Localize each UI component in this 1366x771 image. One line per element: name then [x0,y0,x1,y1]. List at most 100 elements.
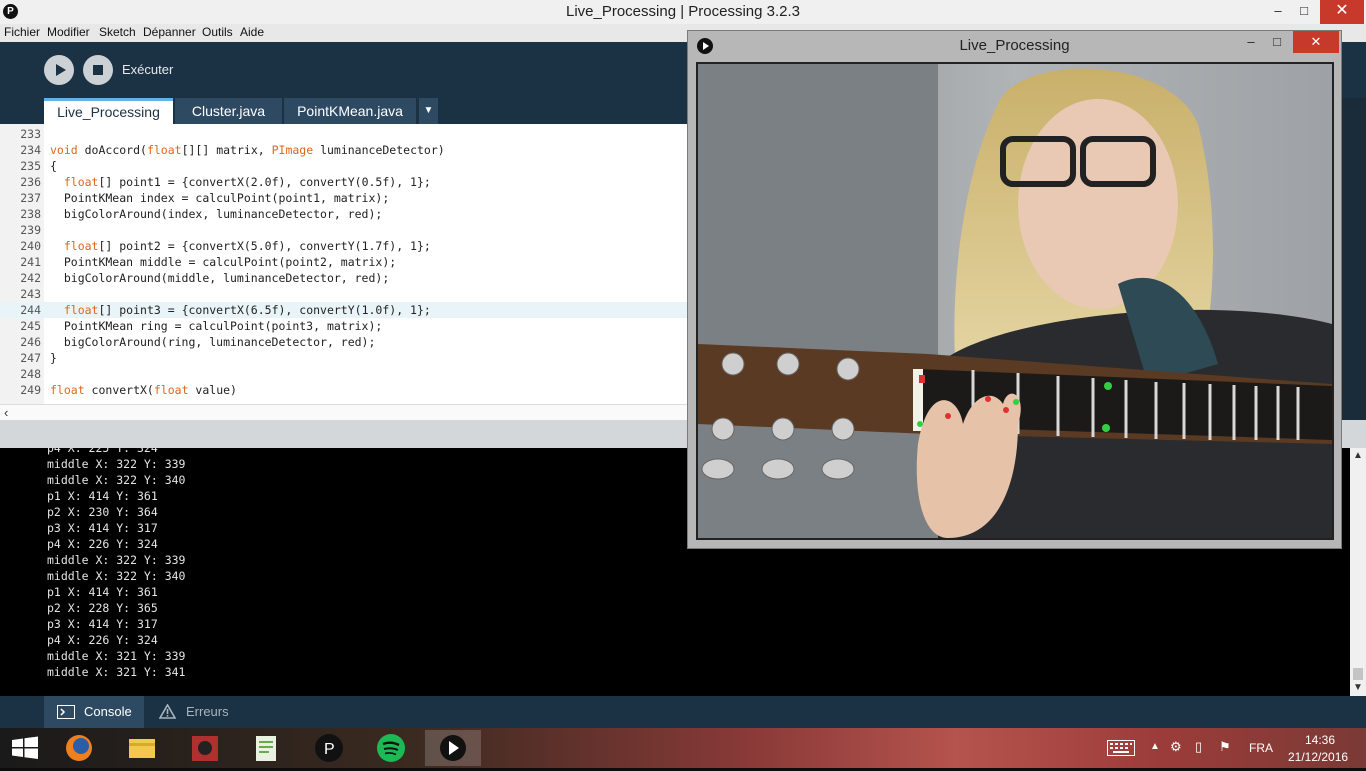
line-number: 239 [20,223,41,237]
line-number: 236 [20,175,41,189]
taskbar-processing[interactable]: P [301,730,357,766]
processing-ide: P Live_Processing | Processing 3.2.3 – □… [0,0,1366,768]
taskbar-sketch-run[interactable] [425,730,481,766]
close-button[interactable]: ✕ [1320,0,1364,24]
taskbar-firefox[interactable] [51,730,107,766]
menu-depanner[interactable]: Dépanner [143,25,196,39]
menu-sketch[interactable]: Sketch [99,25,136,39]
battery-icon[interactable]: ▯ [1195,739,1202,755]
sketch-title-bar: Live_Processing – □ ✕ [688,31,1341,61]
code-text: } [50,351,57,365]
code-line[interactable]: 243 [0,286,688,302]
tab-cluster-java[interactable]: Cluster.java [175,98,282,124]
console-line: middle X: 321 Y: 341 [47,665,186,679]
taskbar-game[interactable] [177,730,233,766]
code-line[interactable]: 242 bigColorAround(middle, luminanceDete… [0,270,688,286]
taskbar-spotify[interactable] [363,730,419,766]
webcam-feed [696,62,1334,540]
stop-button[interactable] [83,55,113,85]
code-text: bigColorAround(ring, luminanceDetector, … [50,335,376,349]
code-text: float[] point1 = {convertX(2.0f), conver… [63,175,431,189]
horizontal-scrollbar[interactable]: ‹ [0,404,688,420]
tab-menu-button[interactable]: ▼ [419,98,438,124]
scroll-down-icon[interactable]: ▼ [1350,682,1366,693]
start-button[interactable] [0,730,50,766]
menu-fichier[interactable]: Fichier [4,25,40,39]
menu-outils[interactable]: Outils [202,25,233,39]
clock-date[interactable]: 21/12/2016 [1288,750,1348,764]
code-line[interactable]: 234 void doAccord(float[][] matrix, PImag… [0,142,688,158]
console-tab[interactable]: Console [44,696,144,728]
line-number: 242 [20,271,41,285]
line-number: 240 [20,239,41,253]
scroll-thumb[interactable] [1353,668,1363,680]
errors-tab[interactable]: Erreurs [148,696,248,728]
code-line[interactable]: 235 { [0,158,688,174]
console-line: p4 X: 226 Y: 324 [47,633,158,647]
taskbar-file-explorer[interactable] [114,730,170,766]
tab-pointkmean-java[interactable]: PointKMean.java [284,98,416,124]
game-icon [192,736,218,761]
scroll-up-icon[interactable]: ▲ [1350,450,1366,461]
code-line[interactable]: 248 [0,366,688,382]
code-text: float convertX(float value) [50,383,237,397]
line-number: 247 [20,351,41,365]
console-line: p3 X: 414 Y: 317 [47,617,158,631]
line-number: 249 [20,383,41,397]
code-line[interactable]: 233 [0,126,688,142]
console-line: p4 X: 226 Y: 324 [47,537,158,551]
sketch-run-icon [440,735,466,761]
title-bar: P Live_Processing | Processing 3.2.3 – □… [0,0,1366,24]
terminal-icon [57,705,75,719]
code-text: float[] point3 = {convertX(6.5f), conver… [63,303,431,317]
warning-icon [159,704,176,719]
console-line: p1 X: 414 Y: 361 [47,489,158,503]
code-line[interactable]: 244 float[] point3 = {convertX(6.5f), co… [0,302,688,318]
code-text: bigColorAround(middle, luminanceDetector… [50,271,390,285]
code-line[interactable]: 240 float[] point2 = {convertX(5.0f), co… [0,238,688,254]
code-editor[interactable]: 233 234 void doAccord(float[][] matrix, PI… [0,124,688,404]
code-line[interactable]: 246 bigColorAround(ring, luminanceDetect… [0,334,688,350]
line-number: 241 [20,255,41,269]
menu-aide[interactable]: Aide [240,25,264,39]
code-line[interactable]: 241 PointKMean middle = calculPoint(poin… [0,254,688,270]
scroll-left-icon[interactable]: ‹ [4,405,8,420]
tray-expand-icon[interactable]: ▲ [1150,741,1160,752]
errors-tab-label: Erreurs [186,704,229,719]
code-text: float[] point2 = {convertX(5.0f), conver… [63,239,431,253]
code-line[interactable]: 245 PointKMean ring = calculPoint(point3… [0,318,688,334]
console-line: middle X: 321 Y: 339 [47,649,186,663]
console-line: middle X: 322 Y: 340 [47,473,186,487]
processing-icon: P [315,734,343,762]
language-indicator[interactable]: FRA [1249,741,1273,755]
tab-live-processing[interactable]: Live_Processing [44,98,173,124]
console-line: p4 X: 225 Y: 324 [47,448,158,455]
network-icon[interactable]: ⚙ [1170,739,1182,755]
code-line[interactable]: 239 [0,222,688,238]
menu-modifier[interactable]: Modifier [47,25,90,39]
line-number: 244 [20,303,41,317]
line-number: 234 [20,143,41,157]
line-number: 237 [20,191,41,205]
taskbar-notepad-plus[interactable] [239,730,295,766]
line-number: 243 [20,287,41,301]
code-line[interactable]: 247} [0,350,688,366]
sketch-maximize-button[interactable]: □ [1262,31,1292,53]
run-button[interactable] [44,55,74,85]
console-scrollbar[interactable]: ▲ ▼ [1350,448,1366,696]
code-line[interactable]: 236 float[] point1 = {convertX(2.0f), co… [0,174,688,190]
code-text: PointKMean middle = calculPoint(point2, … [50,255,397,269]
clock-time[interactable]: 14:36 [1305,733,1335,747]
sketch-close-button[interactable]: ✕ [1293,31,1339,53]
flag-icon[interactable]: ⚑ [1219,739,1231,755]
console-tab-label: Console [84,704,132,719]
tab-bar: Live_Processing Cluster.java PointKMean.… [0,98,688,124]
code-line[interactable]: 238 bigColorAround(index, luminanceDetec… [0,206,688,222]
window-title: Live_Processing | Processing 3.2.3 [565,3,801,20]
code-text: PointKMean index = calculPoint(point1, m… [50,191,390,205]
maximize-button[interactable]: □ [1289,0,1319,24]
code-line[interactable]: 237 PointKMean index = calculPoint(point… [0,190,688,206]
svg-text:P: P [324,741,335,758]
keyboard-icon[interactable] [1107,740,1135,756]
code-line[interactable]: 249 float convertX(float value) [0,382,688,398]
